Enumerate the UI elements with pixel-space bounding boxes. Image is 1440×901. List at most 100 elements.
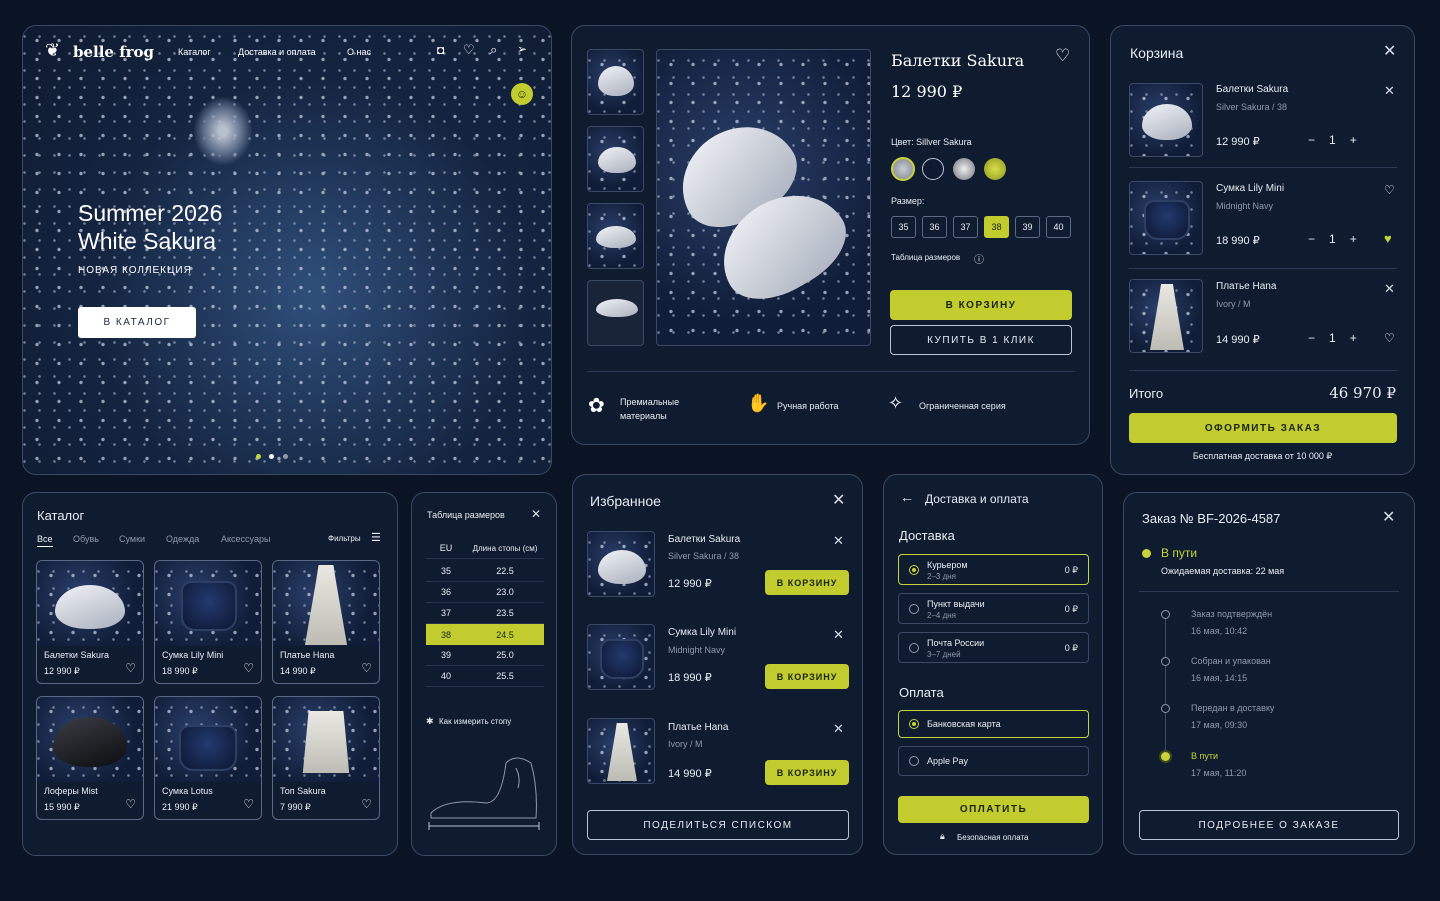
delivery-option-post[interactable]: Почта России 3–7 дней 0 ₽ [898, 632, 1089, 663]
tab-clothes[interactable]: Одежда [166, 534, 199, 544]
radio-selected[interactable] [909, 565, 919, 575]
radio[interactable] [909, 604, 919, 614]
tab-all[interactable]: Все [37, 534, 53, 547]
size-option-40[interactable]: 40 [1046, 216, 1071, 238]
color-swatch-pearl[interactable] [953, 158, 975, 180]
catalog-card-image [155, 697, 261, 782]
remove-icon[interactable]: ✕ [833, 722, 844, 735]
catalog-card-6[interactable]: Топ Sakura 7 990 ₽ ♡ [272, 696, 380, 820]
secure-payment-note: Безопасная оплата [957, 833, 1029, 842]
filters-button[interactable]: Фильтры [328, 534, 361, 543]
cart-item-price-2: 18 990 ₽ [1216, 235, 1260, 247]
catalog-card-4[interactable]: Лоферы Mist 15 990 ₽ ♡ [36, 696, 144, 820]
thumbnail-4[interactable] [587, 280, 644, 346]
heart-outline-icon[interactable]: ♡ [1384, 331, 1395, 345]
search-icon[interactable]: ⌕ [490, 42, 497, 58]
radio[interactable] [909, 643, 919, 653]
favorite-add-button-1[interactable]: В КОРЗИНУ [765, 570, 849, 595]
catalog-card-price: 14 990 ₽ [280, 666, 316, 676]
plus-icon[interactable]: + [1350, 133, 1357, 147]
tab-bags[interactable]: Сумки [119, 534, 145, 544]
size-option-36[interactable]: 36 [922, 216, 947, 238]
heart-icon[interactable]: ♡ [361, 797, 372, 811]
size-option-38[interactable]: 38 [984, 216, 1009, 238]
info-icon[interactable]: ⓘ [974, 251, 984, 266]
add-to-cart-button[interactable]: В КОРЗИНУ [890, 290, 1072, 320]
hero-subtitle: НОВАЯ КОЛЛЕКЦИЯ [78, 265, 192, 276]
size-option-35[interactable]: 35 [891, 216, 916, 238]
heart-outline-icon[interactable]: ♡ [1384, 183, 1395, 197]
share-list-button[interactable]: ПОДЕЛИТЬСЯ СПИСКОМ [587, 810, 849, 840]
carousel-dot-3[interactable] [283, 454, 288, 459]
catalog-card-5[interactable]: Сумка Lotus 21 990 ₽ ♡ [154, 696, 262, 820]
payment-option-card[interactable]: Банковская карта [898, 710, 1089, 738]
carousel-dot-2[interactable] [269, 454, 274, 459]
radio[interactable] [909, 756, 919, 766]
radio-selected[interactable] [909, 719, 919, 729]
size-option-37[interactable]: 37 [953, 216, 978, 238]
catalog-card-1[interactable]: Балетки Sakura 12 990 ₽ ♡ [36, 560, 144, 684]
nav-delivery[interactable]: Доставка и оплата [238, 47, 316, 57]
back-arrow-icon[interactable]: ← [900, 489, 914, 505]
remove-icon[interactable]: ✕ [1384, 84, 1395, 97]
buy-one-click-button[interactable]: КУПИТЬ В 1 КЛИК [890, 325, 1072, 355]
thumbnail-3[interactable] [587, 203, 644, 269]
size-table-link[interactable]: Таблица размеров [891, 253, 960, 262]
color-swatch-lime[interactable] [984, 158, 1006, 180]
timeline-date: 16 мая, 10:42 [1191, 626, 1248, 636]
color-swatch-silver[interactable] [891, 157, 915, 181]
nav-about[interactable]: О нас [347, 47, 371, 57]
catalog-cta-button[interactable]: В КАТАЛОГ [78, 307, 196, 338]
delivery-option-name: Пункт выдачи [927, 599, 985, 609]
plus-icon[interactable]: + [1350, 331, 1357, 345]
cart-item-variant-2: Midnight Navy [1216, 201, 1274, 211]
catalog-card-2[interactable]: Сумка Lily Mini 18 990 ₽ ♡ [154, 560, 262, 684]
order-details-button[interactable]: ПОДРОБНЕЕ О ЗАКАЗЕ [1139, 810, 1399, 840]
size-option-39[interactable]: 39 [1015, 216, 1040, 238]
catalog-card-3[interactable]: Платье Hana 14 990 ₽ ♡ [272, 560, 380, 684]
brand-name[interactable]: belle frog [73, 43, 154, 61]
color-swatch-navy[interactable] [922, 158, 944, 180]
favorite-heart-icon[interactable]: ♡ [1055, 46, 1070, 66]
payment-option-apple-pay[interactable]: Apple Pay [898, 746, 1089, 776]
minus-icon[interactable]: − [1308, 232, 1315, 246]
frog-badge-icon[interactable]: ☺ [511, 83, 533, 105]
delivery-option-pickup[interactable]: Пункт выдачи 2–4 дня 0 ₽ [898, 593, 1089, 624]
filter-sliders-icon[interactable]: ☰ [371, 531, 381, 544]
close-icon[interactable]: ✕ [832, 493, 845, 509]
close-icon[interactable]: ✕ [1383, 44, 1396, 60]
favorite-add-button-2[interactable]: В КОРЗИНУ [765, 664, 849, 689]
send-icon[interactable]: ➢ [517, 42, 527, 56]
brand-logo-icon[interactable]: ❦ [45, 40, 60, 61]
minus-icon[interactable]: − [1308, 331, 1315, 345]
remove-icon[interactable]: ✕ [833, 534, 844, 547]
how-to-measure[interactable]: Как измерить стопу [439, 717, 511, 726]
pay-button[interactable]: ОПЛАТИТЬ [898, 796, 1089, 823]
plus-icon[interactable]: + [1350, 232, 1357, 246]
heart-icon[interactable]: ♡ [243, 661, 254, 675]
thumbnail-1[interactable] [587, 49, 644, 115]
heart-icon[interactable]: ♡ [361, 661, 372, 675]
heart-icon[interactable]: ♡ [243, 797, 254, 811]
checkout-button[interactable]: ОФОРМИТЬ ЗАКАЗ [1129, 413, 1397, 443]
heart-icon[interactable]: ♡ [463, 42, 475, 58]
heart-icon[interactable]: ♡ [125, 661, 136, 675]
timeline-date: 17 мая, 09:30 [1191, 720, 1248, 730]
size-row: 37 23.5 [426, 603, 544, 624]
remove-icon[interactable]: ✕ [833, 628, 844, 641]
tab-shoes[interactable]: Обувь [73, 534, 99, 544]
favorite-add-button-3[interactable]: В КОРЗИНУ [765, 760, 849, 785]
minus-icon[interactable]: − [1308, 133, 1315, 147]
size-cm: 22.5 [496, 566, 514, 576]
delivery-option-courier[interactable]: Курьером 2–3 дня 0 ₽ [898, 554, 1089, 585]
heart-icon[interactable]: ♡ [125, 797, 136, 811]
bag-icon[interactable]: ◘ [437, 43, 444, 57]
remove-icon[interactable]: ✕ [1384, 282, 1395, 295]
carousel-dot-1[interactable] [256, 454, 261, 459]
heart-filled-icon[interactable]: ♥ [1384, 231, 1392, 246]
close-icon[interactable]: ✕ [531, 508, 541, 520]
close-icon[interactable]: ✕ [1382, 510, 1395, 526]
thumbnail-2[interactable] [587, 126, 644, 192]
nav-catalog[interactable]: Каталог [178, 47, 211, 57]
tab-accessories[interactable]: Аксессуары [221, 534, 270, 544]
